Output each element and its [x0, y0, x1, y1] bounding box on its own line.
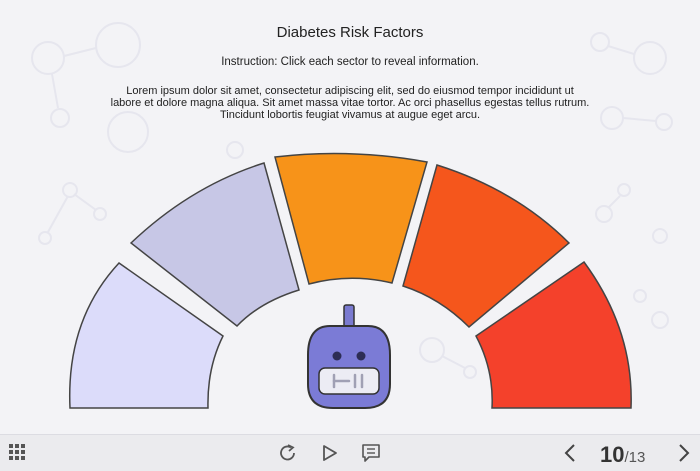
gauge-sector-3[interactable]: [274, 152, 428, 285]
current-page: 10: [600, 442, 625, 467]
chevron-left-icon[interactable]: [562, 443, 578, 463]
grid-menu-icon[interactable]: [9, 444, 27, 462]
total-pages: /13: [624, 449, 646, 466]
notes-icon[interactable]: [361, 443, 381, 463]
glucose-meter-icon: [307, 304, 391, 409]
risk-gauge: [68, 152, 632, 409]
player-toolbar: 10/13: [0, 434, 700, 471]
replay-icon[interactable]: [278, 443, 298, 463]
page-indicator: 10/13: [600, 442, 645, 468]
chevron-right-icon[interactable]: [676, 443, 692, 463]
play-icon[interactable]: [321, 443, 339, 463]
